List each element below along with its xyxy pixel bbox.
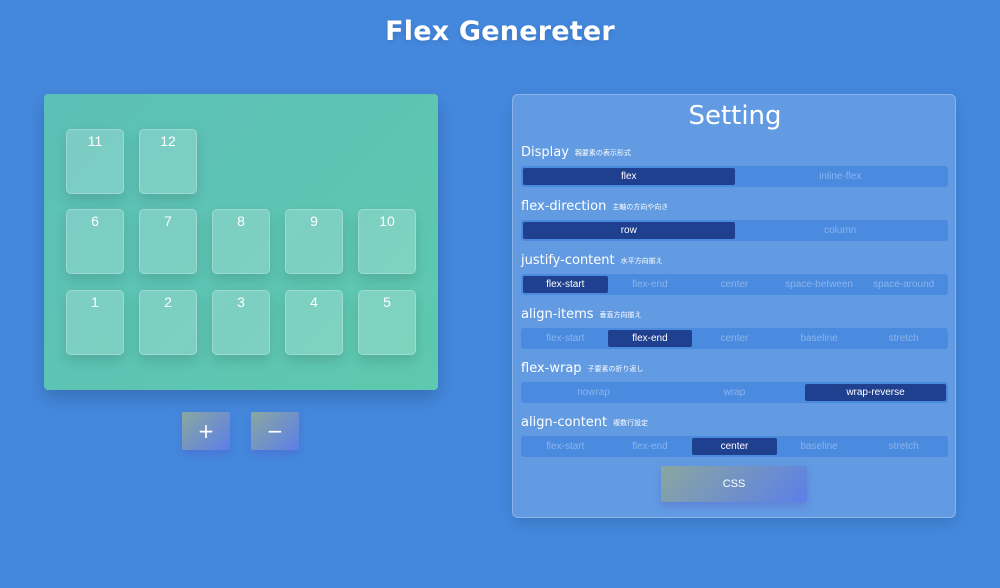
setting-name: flex-wrap [521,361,582,376]
setting-name: justify-content [521,253,615,268]
flex-preview-container: 11 12 6 7 8 9 10 1 2 3 4 5 [44,94,438,390]
align-content-selector: flex-start flex-end center baseline stre… [521,436,948,457]
option-center[interactable]: center [692,276,777,293]
option-nowrap[interactable]: nowrap [523,384,664,401]
flex-item: 3 [212,290,270,355]
option-flex-end[interactable]: flex-end [607,330,693,347]
flex-direction-selector: row column [521,220,948,241]
option-flex-end[interactable]: flex-end [608,438,693,455]
option-stretch[interactable]: stretch [861,438,946,455]
option-flex[interactable]: flex [523,168,735,185]
option-space-between[interactable]: space-between [777,276,862,293]
app-title: Flex Genereter [385,16,615,47]
option-wrap[interactable]: wrap [664,384,805,401]
option-stretch[interactable]: stretch [861,330,946,347]
option-inline-flex[interactable]: inline-flex [735,168,947,185]
flex-item: 10 [358,209,416,274]
settings-panel: Setting Display 親要素の表示形式 flex inline-flex… [512,94,956,518]
flex-item: 4 [285,290,343,355]
flex-item: 12 [139,129,197,194]
flex-item: 5 [358,290,416,355]
setting-label-justify-content: justify-content 水平方向揃え [521,253,663,268]
setting-description: 複数行設定 [613,418,649,427]
display-selector: flex inline-flex [521,166,948,187]
option-flex-start[interactable]: flex-start [523,330,608,347]
setting-description: 垂直方向揃え [599,310,642,319]
option-center[interactable]: center [692,438,777,455]
setting-name: align-items [521,307,594,322]
setting-description: 水平方向揃え [620,256,663,265]
setting-label-align-items: align-items 垂直方向揃え [521,307,642,322]
flex-item: 7 [139,209,197,274]
align-items-selector: flex-start flex-end center baseline stre… [521,328,948,349]
flex-item: 8 [212,209,270,274]
flex-item: 2 [139,290,197,355]
option-space-around[interactable]: space-around [861,276,946,293]
option-column[interactable]: column [735,222,947,239]
remove-item-button[interactable]: − [251,412,299,450]
justify-content-selector: flex-start flex-end center space-between… [521,274,948,295]
setting-description: 子要素の折り返し [587,364,644,373]
flex-item: 1 [66,290,124,355]
setting-label-display: Display 親要素の表示形式 [521,145,631,160]
option-flex-start[interactable]: flex-start [523,276,608,293]
add-item-button[interactable]: + [182,412,230,450]
flex-item: 11 [66,129,124,194]
flex-item: 9 [285,209,343,274]
option-flex-end[interactable]: flex-end [608,276,693,293]
setting-label-flex-direction: flex-direction 主軸の方向や向き [521,199,668,214]
option-baseline[interactable]: baseline [777,330,862,347]
setting-label-flex-wrap: flex-wrap 子要素の折り返し [521,361,644,376]
flex-wrap-selector: nowrap wrap wrap-reverse [521,382,948,403]
flex-item: 6 [66,209,124,274]
setting-name: Display [521,145,569,160]
panel-title: Setting [688,101,782,131]
setting-name: flex-direction [521,199,607,214]
option-center[interactable]: center [692,330,777,347]
option-baseline[interactable]: baseline [777,438,862,455]
option-row[interactable]: row [523,222,735,239]
setting-label-align-content: align-content 複数行設定 [521,415,648,430]
setting-description: 主軸の方向や向き [612,202,669,211]
option-wrap-reverse[interactable]: wrap-reverse [805,384,946,401]
option-flex-start[interactable]: flex-start [523,438,608,455]
setting-name: align-content [521,415,608,430]
setting-description: 親要素の表示形式 [574,148,631,157]
css-button[interactable]: CSS [661,466,807,502]
